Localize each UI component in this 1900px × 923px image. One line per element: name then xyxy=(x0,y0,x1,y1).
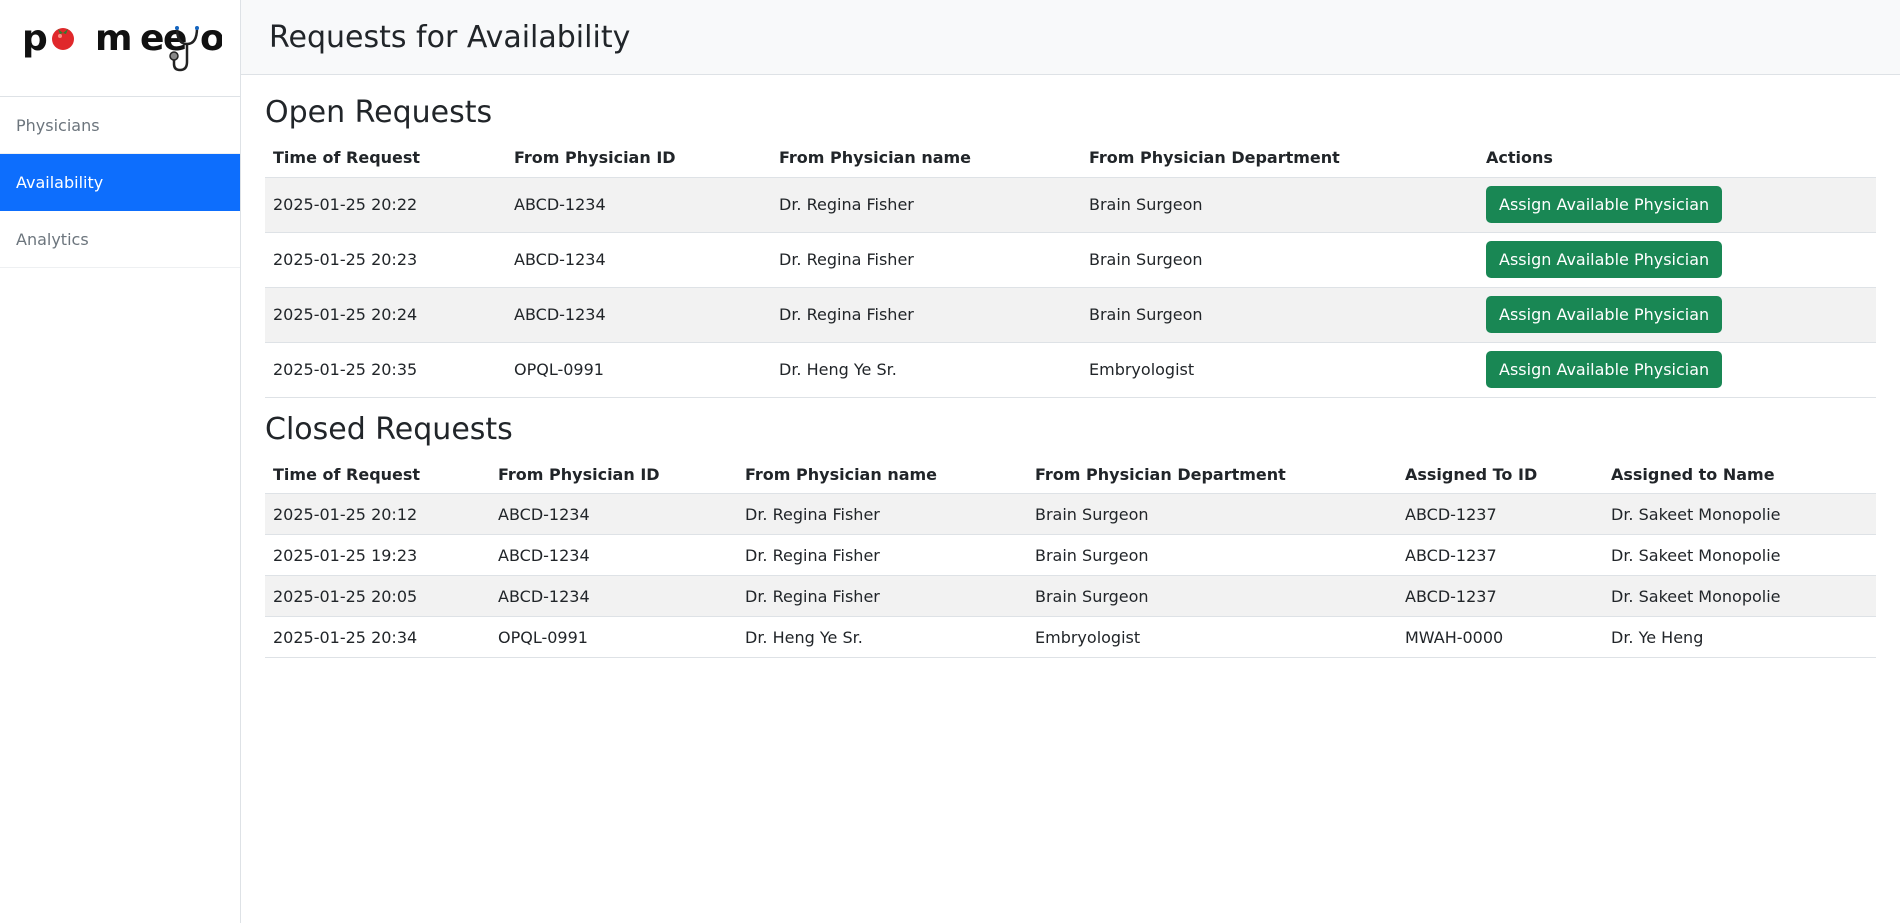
sidebar-item-label: Availability xyxy=(16,172,104,192)
physician-department-cell: Brain Surgeon xyxy=(1027,534,1397,576)
assigned-id-cell: ABCD-1237 xyxy=(1397,493,1603,535)
request-time-cell: 2025-01-25 20:22 xyxy=(265,177,506,233)
physician-department-cell: Brain Surgeon xyxy=(1081,232,1478,288)
table-header-row: Time of Request From Physician ID From Phy… xyxy=(265,139,1876,178)
column-header: From Physician ID xyxy=(506,139,771,178)
open-requests-body: 2025-01-25 20:22 ABCD-1234 Dr. Regina Fish… xyxy=(265,177,1876,398)
request-time-cell: 2025-01-25 20:05 xyxy=(265,575,490,617)
assign-available-physician-button[interactable]: Assign Available Physician xyxy=(1486,186,1723,223)
physician-department-cell: Brain Surgeon xyxy=(1027,575,1397,617)
column-header: From Physician ID xyxy=(490,455,737,494)
assign-available-physician-button[interactable]: Assign Available Physician xyxy=(1486,296,1723,333)
table-row: 2025-01-25 19:23 ABCD-1234 Dr. Regina Fish… xyxy=(265,534,1876,576)
table-header-row: Time of Request From Physician ID From Phy… xyxy=(265,455,1876,494)
closed-requests-body: 2025-01-25 20:12 ABCD-1234 Dr. Regina Fish… xyxy=(265,493,1876,658)
closed-requests-title: Closed Requests xyxy=(265,411,513,447)
main-area: Requests for Availability Open Requests … xyxy=(241,0,1900,923)
physician-id-cell: OPQL-0991 xyxy=(506,342,771,398)
column-header: Assigned To ID xyxy=(1397,455,1603,494)
column-header: From Physician name xyxy=(771,139,1081,178)
page-header: Requests for Availability xyxy=(241,0,1900,75)
column-header: Assigned to Name xyxy=(1603,455,1876,494)
physician-name-cell: Dr. Regina Fisher xyxy=(771,287,1081,343)
physician-id-cell: ABCD-1234 xyxy=(490,575,737,617)
sidebar: p m e e o Physicians Availability Analyt… xyxy=(0,0,241,923)
sidebar-item-label: Analytics xyxy=(16,229,89,249)
svg-text:e: e xyxy=(140,18,164,59)
request-time-cell: 2025-01-25 20:23 xyxy=(265,232,506,288)
sidebar-nav: Physicians Availability Analytics xyxy=(0,97,240,268)
table-row: 2025-01-25 20:35 OPQL-0991 Dr. Heng Ye Sr.… xyxy=(265,342,1876,398)
physician-name-cell: Dr. Regina Fisher xyxy=(771,177,1081,233)
physician-department-cell: Embryologist xyxy=(1027,616,1397,658)
physician-id-cell: ABCD-1234 xyxy=(490,493,737,535)
closed-requests-table: Time of Request From Physician ID From Phy… xyxy=(265,455,1876,658)
actions-cell: Assign Available Physician xyxy=(1478,232,1876,288)
actions-cell: Assign Available Physician xyxy=(1478,177,1876,233)
logo[interactable]: p m e e o xyxy=(0,0,240,97)
svg-text:o: o xyxy=(200,18,222,59)
request-time-cell: 2025-01-25 20:12 xyxy=(265,493,490,535)
sidebar-item-label: Physicians xyxy=(16,115,100,135)
sidebar-item-analytics[interactable]: Analytics xyxy=(0,211,240,268)
assigned-id-cell: ABCD-1237 xyxy=(1397,575,1603,617)
request-time-cell: 2025-01-25 20:34 xyxy=(265,616,490,658)
actions-cell: Assign Available Physician xyxy=(1478,342,1876,398)
table-row: 2025-01-25 20:22 ABCD-1234 Dr. Regina Fish… xyxy=(265,177,1876,233)
table-row: 2025-01-25 20:23 ABCD-1234 Dr. Regina Fish… xyxy=(265,232,1876,288)
physician-name-cell: Dr. Heng Ye Sr. xyxy=(771,342,1081,398)
request-time-cell: 2025-01-25 19:23 xyxy=(265,534,490,576)
app-root: p m e e o Physicians Availability Analyt… xyxy=(0,0,1900,923)
column-header: From Physician Department xyxy=(1027,455,1397,494)
assigned-name-cell: Dr. Sakeet Monopolie xyxy=(1603,575,1876,617)
assigned-name-cell: Dr. Sakeet Monopolie xyxy=(1603,493,1876,535)
table-row: 2025-01-25 20:24 ABCD-1234 Dr. Regina Fish… xyxy=(265,287,1876,343)
svg-text:m: m xyxy=(95,18,133,59)
physician-department-cell: Brain Surgeon xyxy=(1081,287,1478,343)
physician-name-cell: Dr. Regina Fisher xyxy=(737,575,1027,617)
content: Open Requests Time of Request From Physic… xyxy=(241,75,1900,658)
physician-id-cell: ABCD-1234 xyxy=(506,177,771,233)
physician-id-cell: ABCD-1234 xyxy=(506,287,771,343)
page-title: Requests for Availability xyxy=(269,19,631,55)
physician-department-cell: Brain Surgeon xyxy=(1027,493,1397,535)
physician-department-cell: Brain Surgeon xyxy=(1081,177,1478,233)
table-row: 2025-01-25 20:05 ABCD-1234 Dr. Regina Fish… xyxy=(265,575,1876,617)
assigned-id-cell: MWAH-0000 xyxy=(1397,616,1603,658)
physician-department-cell: Embryologist xyxy=(1081,342,1478,398)
column-header: Actions xyxy=(1478,139,1876,178)
physician-id-cell: OPQL-0991 xyxy=(490,616,737,658)
physician-name-cell: Dr. Regina Fisher xyxy=(737,534,1027,576)
physician-name-cell: Dr. Heng Ye Sr. xyxy=(737,616,1027,658)
assigned-id-cell: ABCD-1237 xyxy=(1397,534,1603,576)
column-header: Time of Request xyxy=(265,455,490,494)
request-time-cell: 2025-01-25 20:24 xyxy=(265,287,506,343)
svg-text:p: p xyxy=(22,18,48,59)
physician-name-cell: Dr. Regina Fisher xyxy=(737,493,1027,535)
open-requests-title: Open Requests xyxy=(265,95,493,130)
tomato-icon xyxy=(52,28,74,50)
table-row: 2025-01-25 20:12 ABCD-1234 Dr. Regina Fish… xyxy=(265,493,1876,535)
pomeeyo-logo: p m e e o xyxy=(22,18,222,72)
sidebar-item-availability[interactable]: Availability xyxy=(0,154,240,211)
table-row: 2025-01-25 20:34 OPQL-0991 Dr. Heng Ye Sr.… xyxy=(265,616,1876,658)
request-time-cell: 2025-01-25 20:35 xyxy=(265,342,506,398)
column-header: From Physician Department xyxy=(1081,139,1478,178)
assigned-name-cell: Dr. Sakeet Monopolie xyxy=(1603,534,1876,576)
open-requests-table: Time of Request From Physician ID From Phy… xyxy=(265,139,1876,398)
physician-name-cell: Dr. Regina Fisher xyxy=(771,232,1081,288)
sidebar-item-physicians[interactable]: Physicians xyxy=(0,97,240,154)
assign-available-physician-button[interactable]: Assign Available Physician xyxy=(1486,241,1723,278)
physician-id-cell: ABCD-1234 xyxy=(490,534,737,576)
physician-id-cell: ABCD-1234 xyxy=(506,232,771,288)
assign-available-physician-button[interactable]: Assign Available Physician xyxy=(1486,351,1723,388)
column-header: From Physician name xyxy=(737,455,1027,494)
actions-cell: Assign Available Physician xyxy=(1478,287,1876,343)
column-header: Time of Request xyxy=(265,139,506,178)
assigned-name-cell: Dr. Ye Heng xyxy=(1603,616,1876,658)
